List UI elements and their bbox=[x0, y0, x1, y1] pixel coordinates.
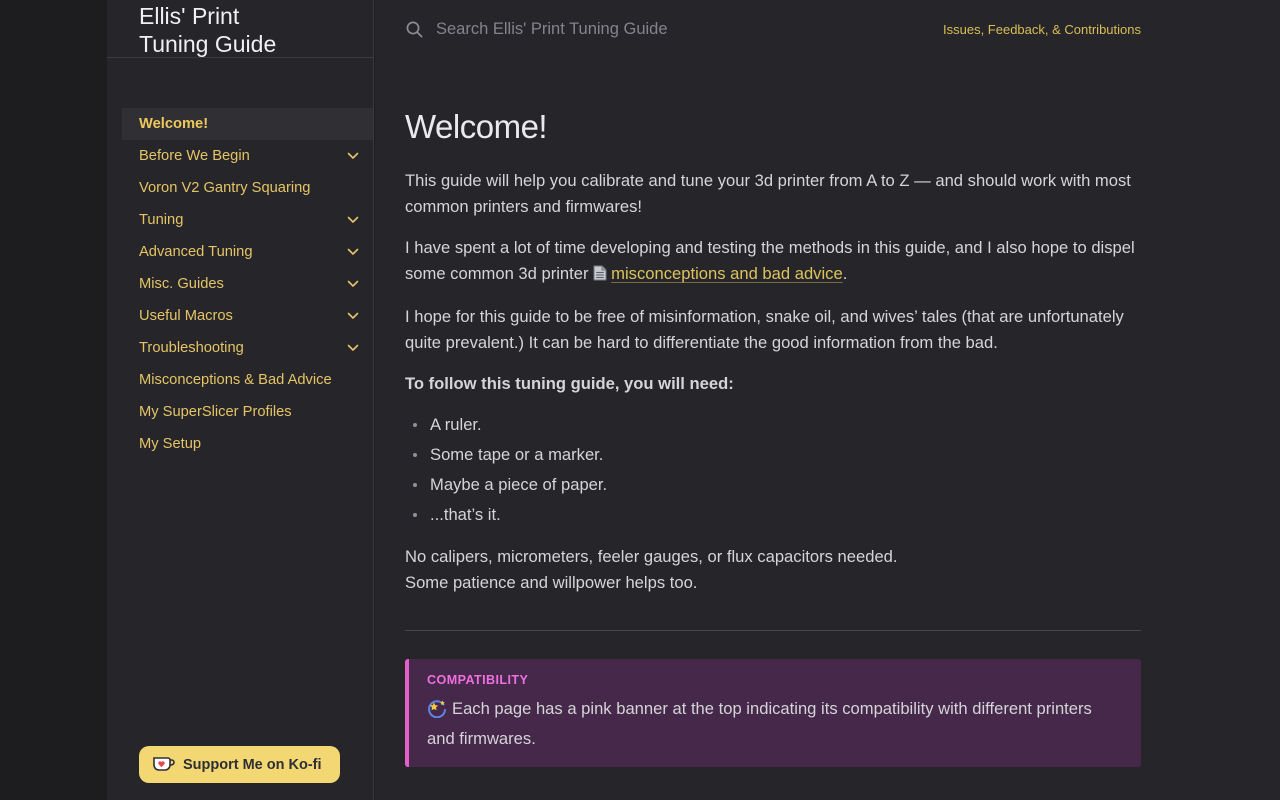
misconceptions-link[interactable]: misconceptions and bad advice bbox=[593, 264, 843, 283]
list-item: Some tape or a marker. bbox=[413, 442, 1141, 468]
sidebar-item-voron-v2-gantry-squaring[interactable]: Voron V2 Gantry Squaring bbox=[122, 172, 373, 204]
misinformation-paragraph: I hope for this guide to be free of misi… bbox=[405, 307, 1124, 352]
page-facing-up-icon bbox=[593, 263, 607, 289]
chevron-down-icon bbox=[347, 344, 359, 352]
sidebar-item-label: Useful Macros bbox=[139, 308, 233, 324]
sidebar-item-label: Tuning bbox=[139, 212, 184, 228]
search-icon bbox=[405, 20, 424, 39]
sidebar-item-welcome[interactable]: Welcome! bbox=[122, 108, 373, 140]
list-item: Maybe a piece of paper. bbox=[413, 472, 1141, 498]
main-area: Issues, Feedback, & Contributions Welcom… bbox=[375, 0, 1280, 800]
repo-link[interactable]: Issues, Feedback, & Contributions bbox=[943, 22, 1141, 37]
outro-paragraph: No calipers, micrometers, feeler gauges,… bbox=[405, 544, 1141, 596]
outro-line1: No calipers, micrometers, feeler gauges,… bbox=[405, 547, 898, 566]
sidebar-item-label: Before We Begin bbox=[139, 148, 250, 164]
admonition-text: Each page has a pink banner at the top i… bbox=[427, 699, 1092, 748]
chevron-down-icon bbox=[347, 216, 359, 224]
compatibility-admonition: COMPATIBILITY Each page has a pink banne… bbox=[405, 659, 1141, 767]
needs-heading: To follow this tuning guide, you will ne… bbox=[405, 374, 734, 393]
sidebar: Ellis' Print Tuning Guide Welcome! Befor… bbox=[107, 0, 374, 800]
sidebar-item-my-setup[interactable]: My Setup bbox=[122, 428, 373, 460]
dizzy-icon bbox=[427, 698, 447, 726]
sentence-period: . bbox=[842, 264, 848, 283]
sidebar-item-label: My SuperSlicer Profiles bbox=[139, 404, 292, 420]
kofi-button-label: Support Me on Ko-fi bbox=[183, 756, 322, 773]
sidebar-item-label: Voron V2 Gantry Squaring bbox=[139, 180, 311, 196]
sidebar-item-before-we-begin[interactable]: Before We Begin bbox=[122, 140, 373, 172]
list-item: A ruler. bbox=[413, 412, 1141, 438]
dispel-paragraph: I have spent a lot of time developing an… bbox=[405, 235, 1141, 289]
sidebar-item-useful-macros[interactable]: Useful Macros bbox=[122, 300, 373, 332]
kofi-button[interactable]: Support Me on Ko-fi bbox=[139, 746, 340, 783]
sidebar-item-label: Troubleshooting bbox=[139, 340, 244, 356]
sidebar-item-misc-guides[interactable]: Misc. Guides bbox=[122, 268, 373, 300]
site-title[interactable]: Ellis' Print Tuning Guide bbox=[107, 0, 373, 58]
sidebar-item-my-superslicer-profiles[interactable]: My SuperSlicer Profiles bbox=[122, 396, 373, 428]
intro-paragraph: This guide will help you calibrate and t… bbox=[405, 171, 1131, 216]
admonition-body: Each page has a pink banner at the top i… bbox=[427, 696, 1123, 752]
chevron-down-icon bbox=[347, 248, 359, 256]
search-bar bbox=[405, 18, 764, 40]
chevron-down-icon bbox=[347, 312, 359, 320]
chevron-down-icon bbox=[347, 152, 359, 160]
page: Ellis' Print Tuning Guide Welcome! Befor… bbox=[0, 0, 1280, 800]
kofi-cup-icon bbox=[152, 755, 175, 774]
site-title-line1: Ellis' Print bbox=[139, 3, 240, 29]
outro-line2: Some patience and willpower helps too. bbox=[405, 573, 698, 592]
chevron-down-icon bbox=[347, 280, 359, 288]
sidebar-item-label: Advanced Tuning bbox=[139, 244, 253, 260]
site-title-line2: Tuning Guide bbox=[139, 31, 277, 57]
sidebar-item-label: Misc. Guides bbox=[139, 276, 224, 292]
sidebar-nav: Welcome! Before We Begin Voron V2 Gantry… bbox=[122, 108, 373, 460]
misconceptions-link-label: misconceptions and bad advice bbox=[611, 264, 843, 283]
search-input[interactable] bbox=[434, 18, 764, 40]
needs-list: A ruler. Some tape or a marker. Maybe a … bbox=[405, 412, 1141, 528]
main-header: Issues, Feedback, & Contributions bbox=[375, 0, 1280, 58]
admonition-label: COMPATIBILITY bbox=[427, 673, 529, 687]
divider bbox=[405, 630, 1141, 631]
sidebar-item-label: Misconceptions & Bad Advice bbox=[139, 372, 332, 388]
sidebar-item-label: Welcome! bbox=[139, 116, 209, 132]
sidebar-item-tuning[interactable]: Tuning bbox=[122, 204, 373, 236]
sidebar-item-troubleshooting[interactable]: Troubleshooting bbox=[122, 332, 373, 364]
sidebar-item-misconceptions-bad-advice[interactable]: Misconceptions & Bad Advice bbox=[122, 364, 373, 396]
page-title: Welcome! bbox=[405, 108, 548, 145]
sidebar-item-advanced-tuning[interactable]: Advanced Tuning bbox=[122, 236, 373, 268]
list-item: ...that’s it. bbox=[413, 502, 1141, 528]
page-content: Welcome! This guide will help you calibr… bbox=[375, 58, 1141, 767]
sidebar-item-label: My Setup bbox=[139, 436, 202, 452]
